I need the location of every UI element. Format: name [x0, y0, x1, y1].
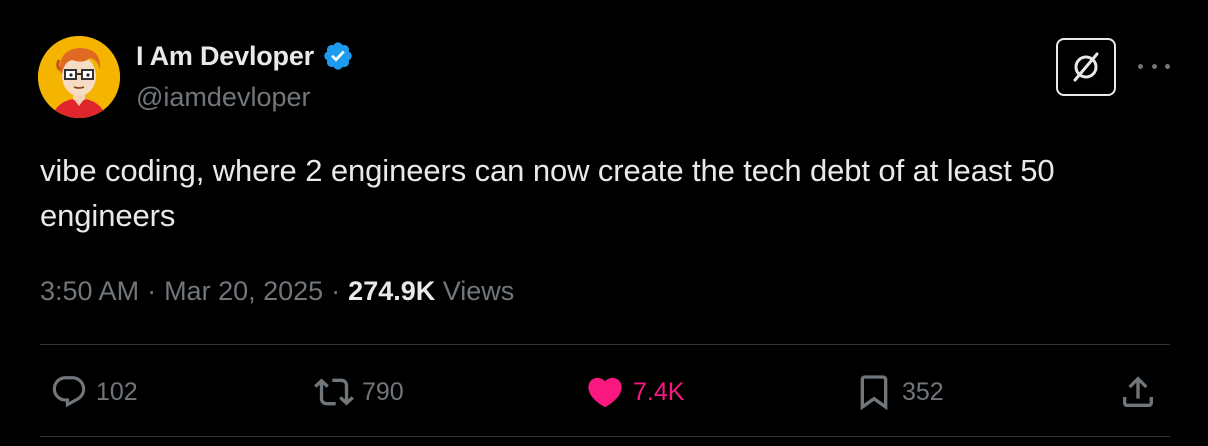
author-display-name[interactable]: I Am Devloper: [136, 41, 314, 72]
reply-count: 102: [96, 377, 138, 406]
like-count: 7.4K: [633, 377, 685, 406]
tweet-actions-bar: 102 790 7.4K 352: [40, 370, 1170, 414]
share-icon: [1123, 376, 1153, 407]
more-options-icon-dot: [1138, 63, 1143, 69]
repost-button[interactable]: 790: [314, 370, 404, 414]
avatar[interactable]: [38, 36, 120, 118]
tweet-meta: 3:50 AM · Mar 20, 2025 · 274.9K Views: [40, 276, 514, 307]
meta-separator: ·: [331, 276, 341, 306]
repost-count: 790: [362, 377, 404, 406]
grok-button[interactable]: [1056, 38, 1116, 96]
bookmark-icon: [860, 375, 888, 411]
author-name-row[interactable]: I Am Devloper: [136, 40, 354, 72]
tweet-date[interactable]: Mar 20, 2025: [164, 276, 323, 307]
heart-filled-icon: [588, 377, 622, 408]
author-handle[interactable]: @iamdevloper: [136, 82, 311, 113]
divider: [40, 436, 1170, 437]
tweet-time[interactable]: 3:50 AM: [40, 276, 139, 307]
bookmark-button[interactable]: 352: [854, 370, 944, 414]
cartoon-developer-avatar-icon: [38, 36, 120, 118]
more-options-icon-dot: [1165, 63, 1170, 69]
share-button[interactable]: [1118, 370, 1158, 414]
tweet-text: vibe coding, where 2 engineers can now c…: [40, 153, 1055, 233]
views-count: 274.9K: [348, 276, 436, 306]
like-button[interactable]: 7.4K: [585, 370, 684, 414]
more-options-button[interactable]: [1138, 58, 1170, 74]
verified-badge-icon[interactable]: [322, 40, 354, 72]
grok-icon: [1073, 52, 1099, 82]
views-label: Views: [442, 276, 515, 306]
repost-icon: [314, 378, 354, 406]
more-options-icon-dot: [1151, 63, 1157, 69]
divider: [40, 344, 1170, 345]
views-stat[interactable]: 274.9K Views: [348, 276, 514, 307]
reply-button[interactable]: 102: [50, 370, 138, 414]
meta-separator: ·: [147, 276, 157, 306]
reply-icon: [52, 376, 86, 408]
bookmark-count: 352: [902, 377, 944, 406]
